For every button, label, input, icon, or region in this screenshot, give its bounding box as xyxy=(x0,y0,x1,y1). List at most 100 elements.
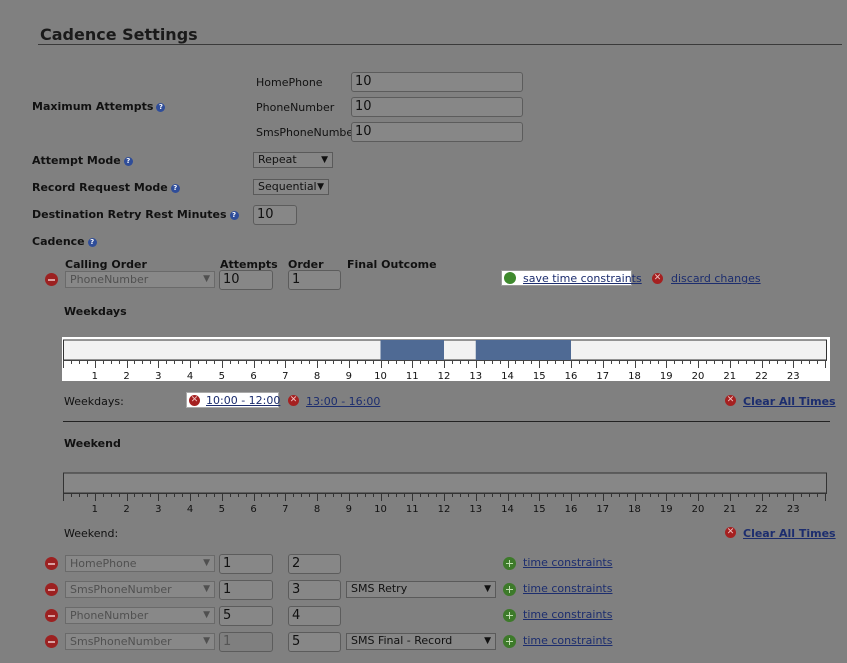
time-constraints-link[interactable]: time constraints xyxy=(523,582,612,595)
hour-label: 4 xyxy=(187,371,193,382)
destination-retry-label: Destination Retry Rest Minutes? xyxy=(32,208,239,221)
max-attempts-smsphonenumber-label: SmsPhoneNumber xyxy=(256,126,358,139)
attempts-input[interactable]: 1 xyxy=(219,632,273,652)
weekdays-heading: Weekdays xyxy=(64,305,127,318)
weekday-range-link[interactable]: 10:00 - 12:00 xyxy=(206,394,280,407)
order-input[interactable]: 5 xyxy=(288,632,341,652)
hour-label: 9 xyxy=(346,371,352,382)
discard-icon[interactable]: ✕ xyxy=(652,273,663,284)
hour-label: 23 xyxy=(787,504,800,515)
hour-label: 21 xyxy=(723,504,736,515)
hour-label: 6 xyxy=(250,504,256,515)
weekday-range-selected[interactable]: ✕ 10:00 - 12:00 xyxy=(186,392,280,408)
hour-label: 7 xyxy=(282,504,288,515)
hour-label: 16 xyxy=(565,371,578,382)
hour-label: 15 xyxy=(533,371,546,382)
attempts-input[interactable]: 1 xyxy=(219,580,273,600)
dropdown-arrow-icon: ▼ xyxy=(321,155,328,165)
weekend-timeline[interactable]: 1 2 3 4 5 6 7 8 9 10 11 12 13 14 15 16 17 18 19 20 21 22 23 xyxy=(63,471,827,515)
weekdays-summary-label: Weekdays: xyxy=(64,395,124,408)
hour-label: 10 xyxy=(374,371,387,382)
calling-order-select[interactable]: PhoneNumber ▼ xyxy=(65,271,215,288)
hour-label: 14 xyxy=(501,504,514,515)
weekday-range-link[interactable]: 13:00 - 16:00 xyxy=(306,395,380,408)
hour-label: 2 xyxy=(123,504,129,515)
max-attempts-smsphonenumber-input[interactable]: 10 xyxy=(351,122,523,142)
dropdown-arrow-icon: ▼ xyxy=(203,636,210,646)
hour-label: 13 xyxy=(469,504,482,515)
help-icon[interactable]: ? xyxy=(156,102,166,112)
hour-label: 17 xyxy=(596,504,609,515)
time-constraints-link[interactable]: time constraints xyxy=(523,634,612,647)
order-input[interactable]: 3 xyxy=(288,580,341,600)
final-outcome-header: Final Outcome xyxy=(347,258,437,271)
order-input[interactable]: 2 xyxy=(288,554,341,574)
discard-changes-link[interactable]: discard changes xyxy=(671,272,761,285)
dropdown-arrow-icon: ▼ xyxy=(203,584,210,594)
hour-label: 11 xyxy=(406,504,419,515)
time-constraints-link[interactable]: time constraints xyxy=(523,608,612,621)
destination-retry-input[interactable]: 10 xyxy=(253,205,297,225)
help-icon[interactable]: ? xyxy=(123,156,133,166)
add-icon[interactable] xyxy=(503,557,516,570)
remove-range-icon[interactable]: ✕ xyxy=(288,395,299,406)
max-attempts-phonenumber-input[interactable]: 10 xyxy=(351,97,523,117)
remove-row-icon[interactable] xyxy=(45,635,58,648)
add-icon[interactable] xyxy=(503,583,516,596)
max-attempts-homephone-label: HomePhone xyxy=(256,76,323,89)
hour-label: 2 xyxy=(123,371,129,382)
check-icon xyxy=(504,272,516,284)
clear-icon[interactable]: ✕ xyxy=(725,395,736,406)
record-request-mode-select[interactable]: Sequential ▼ xyxy=(253,179,329,195)
attempts-input[interactable]: 10 xyxy=(219,270,273,290)
hour-label: 18 xyxy=(628,371,641,382)
calling-order-select[interactable]: SmsPhoneNumber ▼ xyxy=(65,581,215,598)
time-constraints-link[interactable]: time constraints xyxy=(523,556,612,569)
attempts-input[interactable]: 5 xyxy=(219,606,273,626)
weekdays-timeline[interactable]: 1 2 3 4 5 6 7 8 9 10 11 12 13 14 15 16 17 18 19 20 21 22 23 xyxy=(63,338,827,382)
hour-label: 7 xyxy=(282,371,288,382)
hour-label: 12 xyxy=(438,504,451,515)
final-outcome-select[interactable]: SMS Final - Record ▼ xyxy=(346,633,496,650)
hour-label: 18 xyxy=(628,504,641,515)
attempt-mode-select[interactable]: Repeat ▼ xyxy=(253,152,333,168)
attempts-input[interactable]: 1 xyxy=(219,554,273,574)
remove-range-icon[interactable]: ✕ xyxy=(189,395,200,406)
remove-row-icon[interactable] xyxy=(45,557,58,570)
hour-label: 5 xyxy=(219,504,225,515)
max-attempts-label: Maximum Attempts? xyxy=(32,100,166,113)
add-icon[interactable] xyxy=(503,635,516,648)
final-outcome-select[interactable]: SMS Retry ▼ xyxy=(346,581,496,598)
clear-icon[interactable]: ✕ xyxy=(725,527,736,538)
calling-order-select[interactable]: PhoneNumber ▼ xyxy=(65,607,215,624)
clear-weekdays-link[interactable]: Clear All Times xyxy=(743,395,836,408)
help-icon[interactable]: ? xyxy=(170,183,180,193)
attempt-mode-label: Attempt Mode? xyxy=(32,154,133,167)
order-input[interactable]: 4 xyxy=(288,606,341,626)
help-icon[interactable]: ? xyxy=(229,210,239,220)
hour-label: 1 xyxy=(92,371,98,382)
calling-order-select[interactable]: SmsPhoneNumber ▼ xyxy=(65,633,215,650)
help-icon[interactable]: ? xyxy=(87,237,97,247)
timeline-track xyxy=(63,339,827,361)
hour-label: 19 xyxy=(660,504,673,515)
remove-row-icon[interactable] xyxy=(45,583,58,596)
hour-label: 10 xyxy=(374,504,387,515)
section-divider xyxy=(63,421,830,422)
hour-label: 5 xyxy=(219,371,225,382)
hour-label: 20 xyxy=(692,371,705,382)
save-time-constraints-link[interactable]: save time constraints xyxy=(523,272,642,285)
add-icon[interactable] xyxy=(503,609,516,622)
time-range-block xyxy=(475,340,571,360)
hour-label: 19 xyxy=(660,371,673,382)
remove-row-icon[interactable] xyxy=(45,273,58,286)
calling-order-select[interactable]: HomePhone ▼ xyxy=(65,555,215,572)
record-request-mode-label: Record Request Mode? xyxy=(32,181,180,194)
save-time-constraints-button[interactable]: save time constraints xyxy=(501,270,642,286)
title-divider xyxy=(38,44,842,45)
clear-weekend-link[interactable]: Clear All Times xyxy=(743,527,836,540)
weekend-heading: Weekend xyxy=(64,437,121,450)
remove-row-icon[interactable] xyxy=(45,609,58,622)
max-attempts-homephone-input[interactable]: 10 xyxy=(351,72,523,92)
order-input[interactable]: 1 xyxy=(288,270,341,290)
